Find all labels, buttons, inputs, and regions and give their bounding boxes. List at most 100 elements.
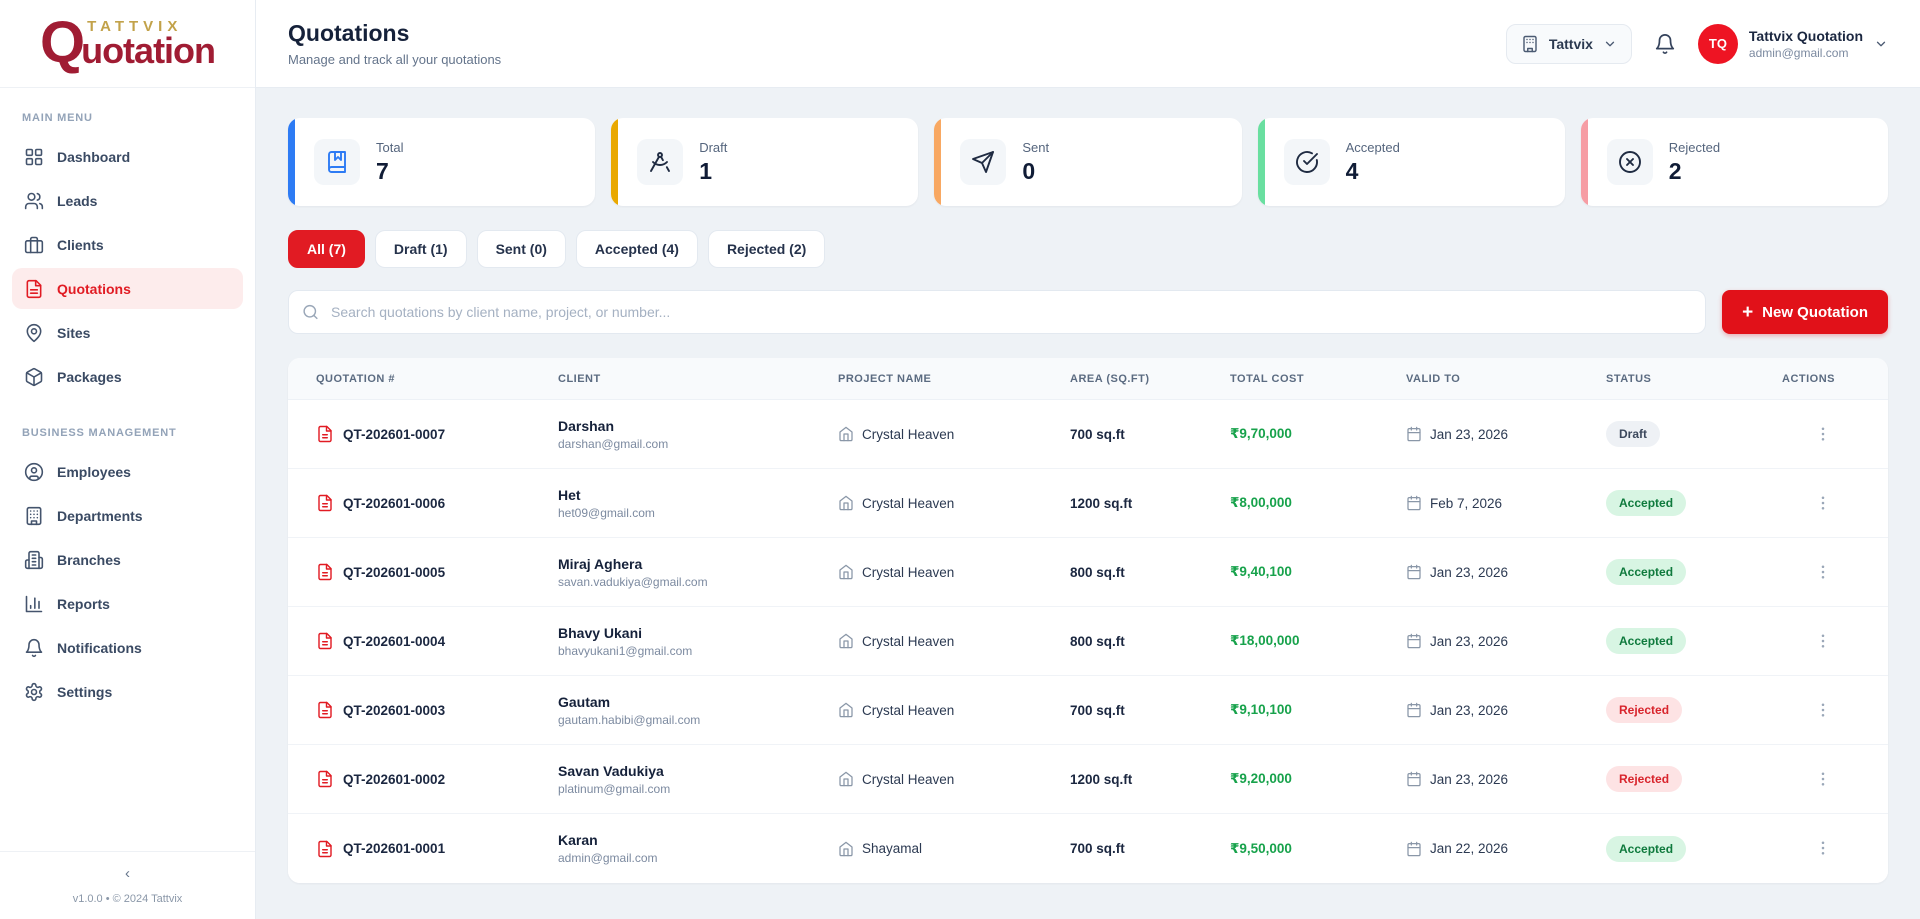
- sidebar-item-departments[interactable]: Departments: [12, 495, 243, 536]
- filter-tab[interactable]: Sent (0): [477, 230, 566, 268]
- users-icon: [24, 191, 44, 211]
- filter-tab[interactable]: Accepted (4): [576, 230, 698, 268]
- page-heading: Quotations Manage and track all your quo…: [288, 20, 501, 67]
- filter-tab-label: All (7): [307, 241, 346, 257]
- row-actions-menu-button[interactable]: [1810, 559, 1836, 585]
- project-name: Shayamal: [862, 841, 922, 856]
- project-cell: Crystal Heaven: [824, 702, 1056, 718]
- status-badge: Draft: [1606, 421, 1660, 447]
- nav-section-main-menu: MAIN MENU: [22, 112, 233, 124]
- client-name: Miraj Aghera: [558, 556, 810, 572]
- page-subtitle: Manage and track all your quotations: [288, 52, 501, 67]
- client-cell: Het het09@gmail.com: [544, 487, 824, 520]
- client-cell: Gautam gautam.habibi@gmail.com: [544, 694, 824, 727]
- sidebar-item-clients[interactable]: Clients: [12, 224, 243, 265]
- client-name: Bhavy Ukani: [558, 625, 810, 641]
- sidebar-item-reports[interactable]: Reports: [12, 583, 243, 624]
- client-email: gautam.habibi@gmail.com: [558, 713, 810, 727]
- col-actions: ACTIONS: [1768, 373, 1888, 385]
- chevron-down-icon: [1874, 37, 1888, 51]
- row-actions-menu-button[interactable]: [1810, 421, 1836, 447]
- table-header-row: QUOTATION # CLIENT PROJECT NAME AREA (SQ…: [288, 358, 1888, 400]
- sidebar-item-sites[interactable]: Sites: [12, 312, 243, 353]
- kebab-icon: [1814, 839, 1832, 857]
- table-row[interactable]: QT-202601-0004 Bhavy Ukani bhavyukani1@g…: [288, 607, 1888, 676]
- sidebar-item-branches[interactable]: Branches: [12, 539, 243, 580]
- status-cell: Accepted: [1592, 628, 1768, 654]
- calendar-icon: [1406, 771, 1422, 787]
- status-badge: Accepted: [1606, 490, 1686, 516]
- client-cell: Savan Vadukiya platinum@gmail.com: [544, 763, 824, 796]
- actions-cell: [1768, 835, 1888, 862]
- briefcase-icon: [24, 235, 44, 255]
- client-email: savan.vadukiya@gmail.com: [558, 575, 810, 589]
- search-input[interactable]: [288, 290, 1706, 334]
- stat-label: Rejected: [1669, 140, 1720, 155]
- actions-cell: [1768, 766, 1888, 793]
- sidebar-item-settings[interactable]: Settings: [12, 671, 243, 712]
- client-name: Darshan: [558, 418, 810, 434]
- page-title: Quotations: [288, 20, 501, 47]
- row-actions-menu-button[interactable]: [1810, 490, 1836, 516]
- sidebar-collapse-button[interactable]: ‹: [115, 862, 140, 885]
- user-identity: Tattvix Quotation admin@gmail.com: [1749, 28, 1863, 60]
- table-row[interactable]: QT-202601-0002 Savan Vadukiya platinum@g…: [288, 745, 1888, 814]
- valid-to-date: Jan 23, 2026: [1430, 703, 1508, 718]
- search-icon: [302, 304, 319, 321]
- row-actions-menu-button[interactable]: [1810, 628, 1836, 654]
- check-circle-icon: [1284, 139, 1330, 185]
- new-quotation-button[interactable]: + New Quotation: [1722, 290, 1888, 334]
- status-cell: Rejected: [1592, 697, 1768, 723]
- status-cell: Accepted: [1592, 836, 1768, 862]
- sidebar-item-leads[interactable]: Leads: [12, 180, 243, 221]
- row-actions-menu-button[interactable]: [1810, 766, 1836, 792]
- quotation-number-cell: QT-202601-0001: [288, 840, 544, 858]
- table-row[interactable]: QT-202601-0005 Miraj Aghera savan.vaduki…: [288, 538, 1888, 607]
- row-actions-menu-button[interactable]: [1810, 697, 1836, 723]
- sidebar-footer: ‹ v1.0.0 • © 2024 Tattvix: [0, 851, 255, 919]
- sidebar-item-dashboard[interactable]: Dashboard: [12, 136, 243, 177]
- home-icon: [838, 771, 854, 787]
- client-email: platinum@gmail.com: [558, 782, 810, 796]
- project-cell: Crystal Heaven: [824, 495, 1056, 511]
- stat-value: 1: [699, 158, 727, 185]
- client-name: Het: [558, 487, 810, 503]
- table-row[interactable]: QT-202601-0007 Darshan darshan@gmail.com: [288, 400, 1888, 469]
- sidebar-item-employees[interactable]: Employees: [12, 451, 243, 492]
- project-name: Crystal Heaven: [862, 634, 954, 649]
- client-email: darshan@gmail.com: [558, 437, 810, 451]
- valid-to-date: Feb 7, 2026: [1430, 496, 1502, 511]
- sidebar-item-notifications[interactable]: Notifications: [12, 627, 243, 668]
- filter-tab[interactable]: All (7): [288, 230, 365, 268]
- row-actions-menu-button[interactable]: [1810, 835, 1836, 861]
- stat-value: 2: [1669, 158, 1720, 185]
- table-row[interactable]: QT-202601-0006 Het het09@gmail.com Crys: [288, 469, 1888, 538]
- company-selector[interactable]: Tattvix: [1506, 24, 1632, 64]
- project-name: Crystal Heaven: [862, 703, 954, 718]
- quotation-number: QT-202601-0007: [343, 427, 445, 442]
- filter-tab[interactable]: Draft (1): [375, 230, 467, 268]
- quotation-number-cell: QT-202601-0005: [288, 563, 544, 581]
- table-row[interactable]: QT-202601-0003 Gautam gautam.habibi@gmai…: [288, 676, 1888, 745]
- status-cell: Rejected: [1592, 766, 1768, 792]
- total-cost-cell: ₹9,70,000: [1216, 426, 1392, 442]
- client-cell: Miraj Aghera savan.vadukiya@gmail.com: [544, 556, 824, 589]
- topbar: Quotations Manage and track all your quo…: [256, 0, 1920, 88]
- sidebar-item-label: Branches: [57, 552, 121, 568]
- stat-cards: Total 7 Draft 1: [288, 118, 1888, 206]
- sidebar-item-label: Dashboard: [57, 149, 130, 165]
- table-row[interactable]: QT-202601-0001 Karan admin@gmail.com Sh: [288, 814, 1888, 883]
- notifications-bell-button[interactable]: [1654, 33, 1676, 55]
- user-profile-menu[interactable]: TQ Tattvix Quotation admin@gmail.com: [1698, 24, 1888, 64]
- bell-icon: [1654, 33, 1676, 55]
- total-cost-cell: ₹8,00,000: [1216, 495, 1392, 511]
- status-cell: Accepted: [1592, 490, 1768, 516]
- sidebar-item-quotations[interactable]: Quotations: [12, 268, 243, 309]
- filter-tab[interactable]: Rejected (2): [708, 230, 825, 268]
- brand-logo[interactable]: Q TATTVIX uotation: [0, 0, 255, 88]
- nav-section-business-management: BUSINESS MANAGEMENT: [22, 427, 233, 439]
- quotations-table: QUOTATION # CLIENT PROJECT NAME AREA (SQ…: [288, 358, 1888, 883]
- sidebar-item-packages[interactable]: Packages: [12, 356, 243, 397]
- valid-to-date: Jan 23, 2026: [1430, 427, 1508, 442]
- topbar-right: Tattvix TQ Tattvix Quotation admin@gmail…: [1506, 24, 1888, 64]
